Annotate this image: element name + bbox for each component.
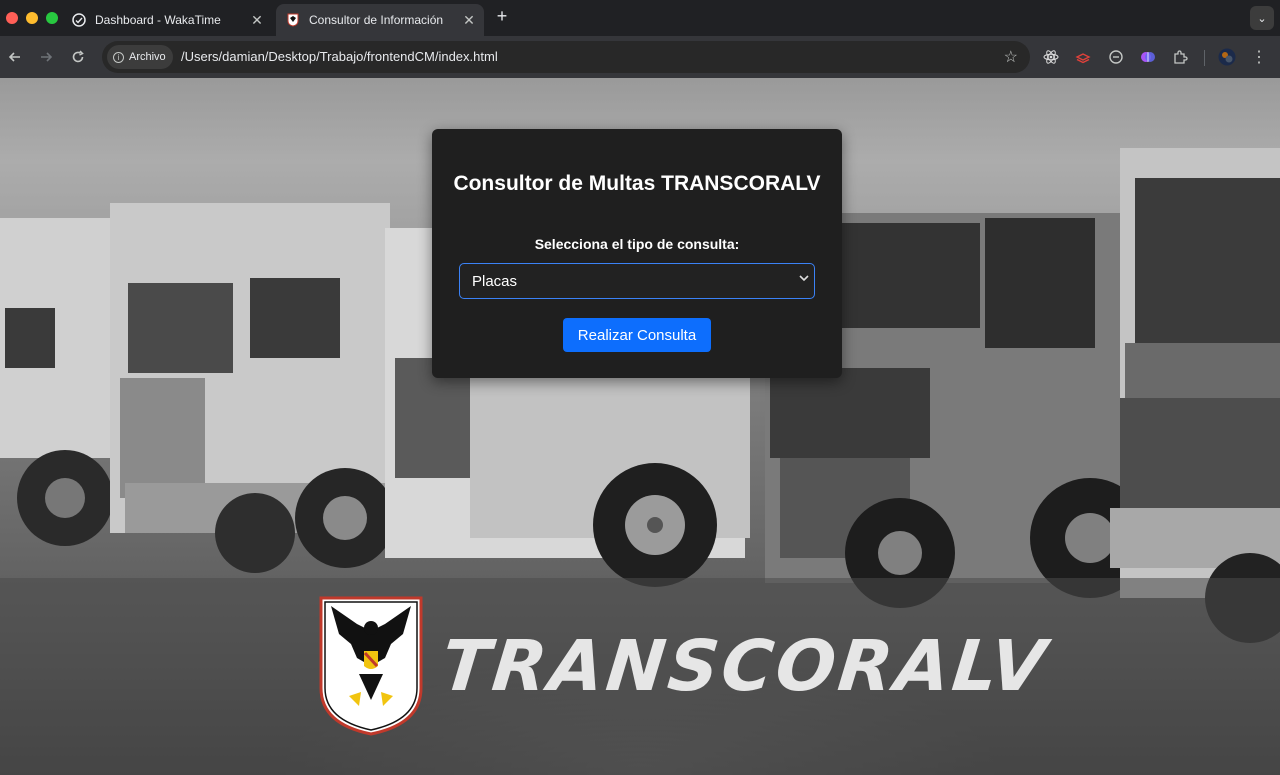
page-viewport: Consultor de Multas TRANSCORALV Seleccio… (0, 78, 1280, 775)
brand-wordmark: TRANSCORALV (437, 625, 1053, 707)
page-title: Consultor de Multas TRANSCORALV (453, 172, 821, 195)
select-value: Placas (472, 273, 518, 290)
extensions-puzzle-icon[interactable] (1171, 48, 1189, 66)
tab-strip: Dashboard - WakaTime ✕ Consultor de Info… (0, 0, 1280, 36)
browser-toolbar: i Archivo /Users/damian/Desktop/Trabajo/… (0, 36, 1280, 78)
url-text: /Users/damian/Desktop/Trabajo/frontendCM… (181, 49, 498, 64)
toolbar-divider (1204, 50, 1205, 66)
close-window-button[interactable] (6, 12, 18, 24)
address-bar[interactable]: i Archivo /Users/damian/Desktop/Trabajo/… (102, 41, 1030, 73)
forward-button[interactable] (35, 46, 57, 68)
chevron-down-icon (799, 273, 809, 285)
chip-label: Archivo (129, 51, 166, 63)
circle-extension-icon[interactable] (1107, 48, 1125, 66)
reload-icon (72, 50, 84, 63)
site-info-chip[interactable]: i Archivo (107, 45, 173, 69)
query-type-label: Selecciona el tipo de consulta: (534, 236, 740, 252)
maximize-window-button[interactable] (46, 12, 58, 24)
brain-extension-icon[interactable] (1139, 48, 1157, 66)
minimize-window-button[interactable] (26, 12, 38, 24)
layers-extension-icon[interactable] (1074, 48, 1092, 66)
tab-search-button[interactable]: ⌄ (1250, 6, 1274, 30)
new-tab-button[interactable]: + (492, 6, 512, 27)
back-button[interactable] (4, 46, 26, 68)
tab-dashboard-wakatime[interactable]: Dashboard - WakaTime ✕ (62, 4, 272, 36)
info-icon: i (113, 51, 124, 63)
close-tab-icon[interactable]: ✕ (246, 12, 268, 29)
wakatime-icon (72, 13, 86, 27)
tab-title: Consultor de Información (309, 13, 444, 27)
profile-avatar[interactable] (1218, 48, 1236, 66)
react-devtools-icon[interactable] (1042, 48, 1060, 66)
chevron-down-icon: ⌄ (1257, 12, 1267, 25)
tab-consultor[interactable]: Consultor de Información ✕ (276, 4, 484, 36)
browser-menu-icon[interactable]: ⋮ (1250, 48, 1268, 66)
arrow-right-icon (41, 52, 53, 62)
transcoralv-favicon (286, 13, 300, 27)
reload-button[interactable] (67, 46, 89, 68)
query-type-select[interactable]: Placas (459, 263, 815, 299)
bookmark-star-icon[interactable]: ☆ (1004, 47, 1018, 67)
consultation-card: Consultor de Multas TRANSCORALV Seleccio… (432, 129, 842, 378)
submit-query-button[interactable]: Realizar Consulta (563, 318, 711, 352)
tab-title: Dashboard - WakaTime (95, 13, 221, 27)
close-tab-icon[interactable]: ✕ (458, 12, 480, 29)
arrow-left-icon (8, 52, 20, 62)
transcoralv-crest-logo (319, 596, 423, 736)
